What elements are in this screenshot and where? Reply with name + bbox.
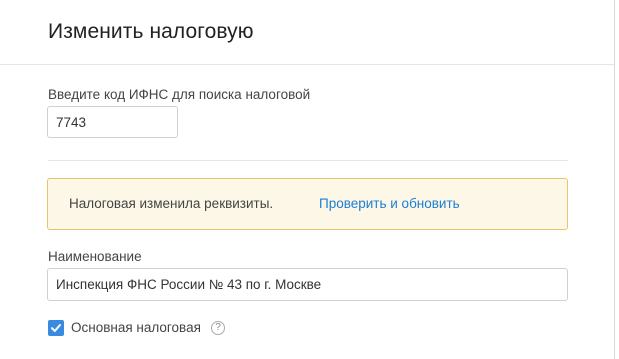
check-and-update-link[interactable]: Проверить и обновить — [319, 196, 460, 211]
edit-tax-office-modal: Изменить налоговую Введите код ИФНС для … — [0, 0, 615, 359]
question-circle-icon[interactable]: ? — [211, 321, 225, 335]
tax-office-name-input[interactable] — [47, 268, 568, 301]
modal-title: Изменить налоговую — [48, 20, 254, 43]
primary-tax-office-label[interactable]: Основная налоговая — [71, 320, 201, 335]
ifns-code-label: Введите код ИФНС для поиска налоговой — [48, 87, 311, 102]
primary-tax-office-checkbox[interactable] — [48, 320, 64, 336]
modal-header: Изменить налоговую — [0, 0, 614, 65]
checkmark-icon — [51, 324, 61, 332]
requisites-changed-alert: Налоговая изменила реквизиты. Проверить … — [47, 178, 568, 230]
ifns-code-input[interactable] — [47, 106, 178, 138]
name-label: Наименование — [48, 249, 142, 264]
section-divider — [48, 160, 568, 161]
alert-message: Налоговая изменила реквизиты. — [69, 196, 274, 211]
